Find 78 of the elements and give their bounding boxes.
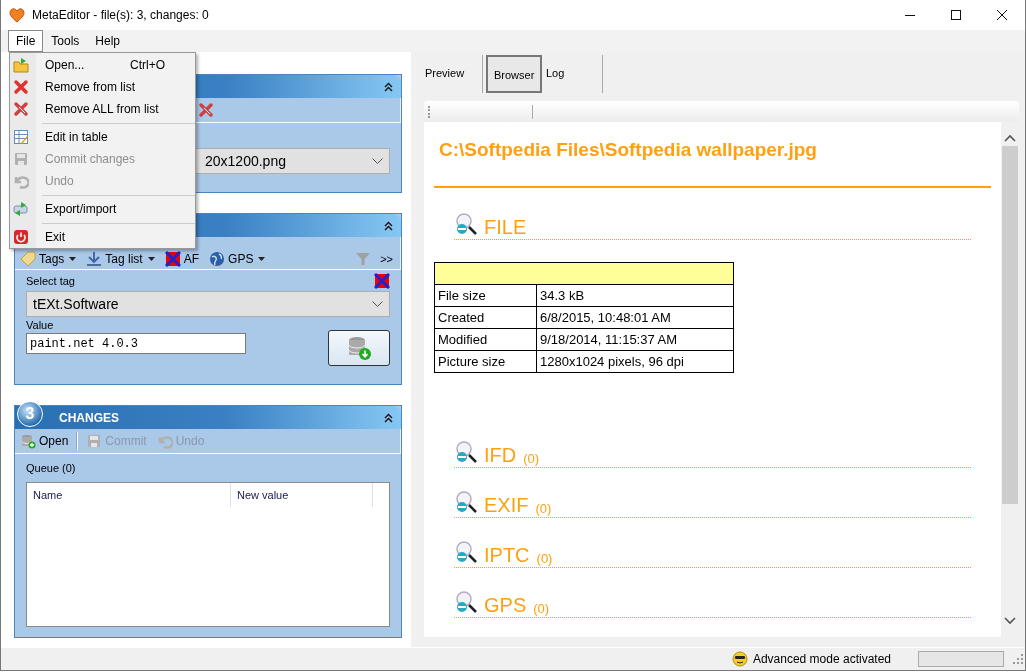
export-icon (13, 201, 29, 217)
globe-icon (209, 250, 226, 267)
list-icon (86, 250, 103, 267)
power-icon (13, 229, 29, 245)
toolbar-button[interactable]: GPS (207, 250, 268, 267)
database-icon (20, 433, 36, 449)
close-icon (13, 79, 29, 95)
close-icon (198, 102, 214, 118)
apply-button[interactable] (328, 330, 390, 366)
section-count: (0) (536, 551, 553, 566)
toolbar-button[interactable]: Tags (18, 250, 79, 267)
field-label: Value (26, 319, 55, 331)
close-icon (13, 101, 29, 117)
menu-item[interactable]: Help (87, 30, 129, 52)
menu-item[interactable]: Exit (10, 226, 195, 248)
table-cell: Created (434, 306, 537, 329)
caret-icon (69, 256, 77, 261)
toolbar-button[interactable]: AF (162, 250, 202, 267)
menu-item[interactable]: Export/import (10, 198, 195, 220)
table-cell: Picture size (434, 350, 537, 373)
save-icon (13, 151, 29, 167)
database-icon (346, 335, 372, 361)
table-cell: 34.3 kB (536, 284, 734, 307)
section-count: (0) (523, 451, 540, 466)
scroll-up-icon (1004, 134, 1016, 142)
scroll-thumb[interactable] (1002, 146, 1018, 504)
collapse-icon (384, 220, 393, 231)
field-label: Select tag (26, 275, 75, 287)
table-cell: File size (434, 284, 537, 307)
folder-icon (13, 57, 29, 73)
caret-icon (147, 256, 155, 261)
crossed-box-icon (374, 273, 390, 289)
filter-icon (356, 251, 371, 266)
window-title: MetaEditor - file(s): 3, changes: 0 (32, 8, 210, 22)
toolbar-button[interactable]: Open (18, 433, 71, 449)
tag-icon (20, 250, 36, 267)
table-cell: 1280x1024 pixels, 96 dpi (536, 350, 734, 373)
section-count: (0) (535, 501, 552, 516)
collapse-icon (384, 412, 393, 423)
column-header[interactable]: New value (231, 483, 373, 507)
undo-icon (156, 433, 173, 449)
caret-icon (258, 256, 266, 261)
crossed-box-icon (164, 250, 181, 267)
panel-title: CHANGES (59, 410, 119, 425)
app-logo-icon (9, 7, 25, 23)
tag-dropdown[interactable]: tEXt.Software (26, 291, 390, 317)
save-icon (86, 433, 103, 449)
smiley-icon (731, 651, 748, 667)
menu-item[interactable]: Open... Ctrl+O (10, 54, 195, 76)
resize-grip-icon (1013, 654, 1023, 664)
tab[interactable]: Log (545, 55, 603, 93)
table-cell: 6/8/2015, 10:48:01 AM (536, 306, 734, 329)
scroll-down-icon (1004, 617, 1016, 625)
close-icon (997, 10, 1007, 20)
table-cell: 9/18/2014, 11:15:37 AM (536, 328, 734, 351)
step-badge: 3 (17, 400, 43, 427)
section-count: (0) (533, 601, 550, 616)
undo-icon (13, 173, 29, 189)
menu-item[interactable]: Remove ALL from list (10, 98, 195, 120)
chevron-down-icon (372, 301, 383, 307)
status-text: Advanced mode activated (752, 652, 891, 666)
chevron-down-icon (372, 158, 383, 164)
toolbar-button[interactable]: Tag list (84, 250, 157, 267)
menu-item[interactable]: File (8, 30, 44, 52)
collapse-icon (384, 81, 393, 92)
value-field[interactable]: paint.net 4.0.3 (26, 333, 246, 354)
more-button[interactable]: >> (376, 252, 397, 265)
menu-item[interactable]: Remove from list (10, 76, 195, 98)
menu-item[interactable]: Edit in table (10, 126, 195, 148)
file-path: C:\Softpedia Files\Softpedia wallpaper.jpg (438, 139, 818, 161)
tab[interactable]: Browser (486, 55, 542, 93)
menu-item[interactable]: Tools (43, 30, 88, 52)
maximize-icon (951, 10, 961, 20)
tab[interactable]: Preview (424, 55, 483, 93)
table-cell: Modified (434, 328, 537, 351)
queue-label: Queue (0) (26, 462, 77, 474)
column-header[interactable]: Name (27, 483, 231, 507)
table-icon (13, 129, 29, 145)
